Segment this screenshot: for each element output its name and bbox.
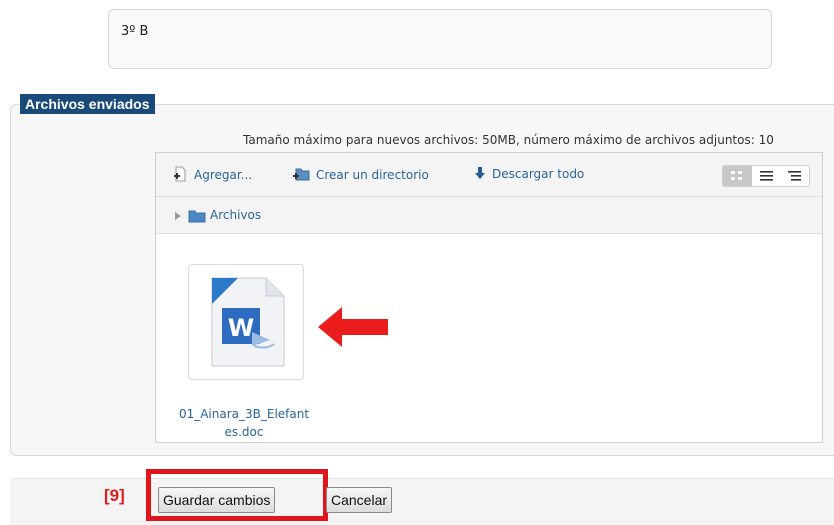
text-area-value: 3º B [121,24,149,39]
file-name[interactable]: 01_Ainara_3B_Elefant es.doc [164,405,324,441]
list-view-icon [759,171,773,181]
file-tile[interactable]: W [188,264,304,380]
add-file-button[interactable]: Agregar... [172,166,252,185]
add-file-icon [172,166,188,185]
view-list-button[interactable] [752,166,781,186]
step-number: [9] [104,486,125,505]
cancel-button[interactable]: Cancelar [326,487,393,513]
breadcrumb: Archivos [156,197,822,234]
new-folder-icon [292,166,310,185]
file-picker: Agregar... Crear un directorio Descargar… [155,152,823,443]
red-arrow-icon [318,307,388,347]
word-doc-icon: W [211,277,285,367]
grid-view-icon [731,171,743,180]
form-footer [10,478,834,525]
file-name-line2: es.doc [224,425,264,439]
download-all-button[interactable]: Descargar todo [474,166,584,183]
svg-text:W: W [228,314,254,342]
view-switcher [722,165,810,187]
tree-view-icon [788,171,802,181]
folder-icon [188,210,206,222]
file-name-line1: 01_Ainara_3B_Elefant [178,407,310,421]
fieldset-legend: Archivos enviados [20,94,155,114]
max-file-info: Tamaño máximo para nuevos archivos: 50MB… [243,133,774,147]
breadcrumb-label: Archivos [210,208,262,222]
create-folder-button[interactable]: Crear un directorio [292,166,429,185]
expand-arrow-icon [175,211,181,220]
view-tree-button[interactable] [780,166,809,186]
text-area[interactable]: 3º B [108,9,772,69]
save-changes-button[interactable]: Guardar cambios [158,487,276,513]
breadcrumb-folder[interactable]: Archivos [174,208,261,223]
file-picker-toolbar: Agregar... Crear un directorio Descargar… [156,153,822,197]
download-icon [474,166,486,183]
add-file-label: Agregar... [194,168,253,182]
download-all-label: Descargar todo [492,167,585,181]
view-icons-button[interactable] [723,166,752,186]
create-folder-label: Crear un directorio [316,168,429,182]
